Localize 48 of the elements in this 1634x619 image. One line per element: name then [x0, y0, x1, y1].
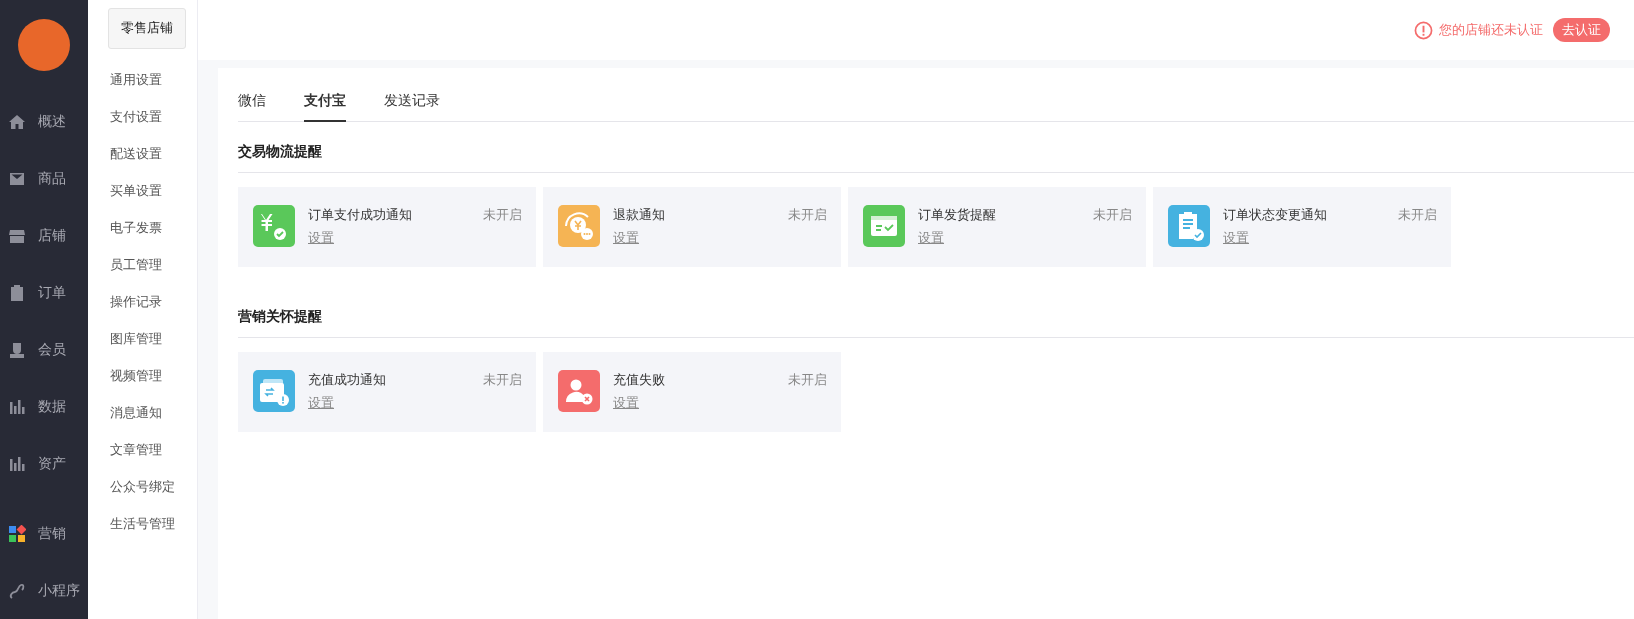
- home-icon: [8, 112, 26, 131]
- nav-item[interactable]: 资产: [0, 435, 88, 492]
- submenu-item[interactable]: 消息通知: [88, 393, 197, 430]
- status-text: 未开启: [788, 370, 827, 389]
- bar-chart-icon: [8, 397, 26, 416]
- submenu-item[interactable]: 图库管理: [88, 319, 197, 356]
- submenu-item[interactable]: 生活号管理: [88, 504, 197, 541]
- nav-item[interactable]: 会员: [0, 321, 88, 378]
- section-title: 交易物流提醒: [238, 122, 1634, 173]
- store-name-tooltip: 零售店铺: [108, 8, 186, 49]
- nav-item[interactable]: 营销: [0, 505, 88, 562]
- card-title: 订单状态变更通知: [1223, 205, 1327, 224]
- submenu-item[interactable]: 配送设置: [88, 134, 197, 171]
- submenu-item[interactable]: 公众号绑定: [88, 467, 197, 504]
- bar-chart-icon: [8, 454, 26, 473]
- clipboard-icon: [8, 283, 26, 302]
- status-text: 未开启: [483, 205, 522, 224]
- app-grid-icon: [8, 524, 26, 543]
- nav-item[interactable]: 概述: [0, 93, 88, 150]
- nav-item[interactable]: 数据: [0, 378, 88, 435]
- card-title: 退款通知: [613, 205, 665, 224]
- nav-item[interactable]: 订单: [0, 264, 88, 321]
- submenu-item[interactable]: 视频管理: [88, 356, 197, 393]
- submenu-item[interactable]: 通用设置: [88, 60, 197, 97]
- status-text: 未开启: [1398, 205, 1437, 224]
- nav-item[interactable]: 店铺: [0, 207, 88, 264]
- submenu-item[interactable]: 买单设置: [88, 171, 197, 208]
- tab[interactable]: 支付宝: [304, 82, 346, 122]
- card-title: 充值失败: [613, 370, 665, 389]
- submenu-item[interactable]: 文章管理: [88, 430, 197, 467]
- tab[interactable]: 发送记录: [384, 82, 440, 122]
- submenu-item[interactable]: 支付设置: [88, 97, 197, 134]
- card-title: 订单支付成功通知: [308, 205, 412, 224]
- nav-item[interactable]: 商品: [0, 150, 88, 207]
- tab[interactable]: 微信: [238, 82, 266, 122]
- logo-avatar: [18, 19, 70, 71]
- submenu-item[interactable]: 电子发票: [88, 208, 197, 245]
- card-title: 充值成功通知: [308, 370, 386, 389]
- warning-text: 您的店铺还未认证: [1439, 21, 1543, 40]
- submenu-item[interactable]: 操作记录: [88, 282, 197, 319]
- warning-icon: [1414, 20, 1433, 40]
- card-title: 订单发货提醒: [918, 205, 996, 224]
- submenu-item[interactable]: 员工管理: [88, 245, 197, 282]
- status-text: 未开启: [1093, 205, 1132, 224]
- section-title: 营销关怀提醒: [238, 286, 1634, 338]
- status-text: 未开启: [483, 370, 522, 389]
- nav-item[interactable]: 小程序: [0, 562, 88, 619]
- status-text: 未开启: [788, 205, 827, 224]
